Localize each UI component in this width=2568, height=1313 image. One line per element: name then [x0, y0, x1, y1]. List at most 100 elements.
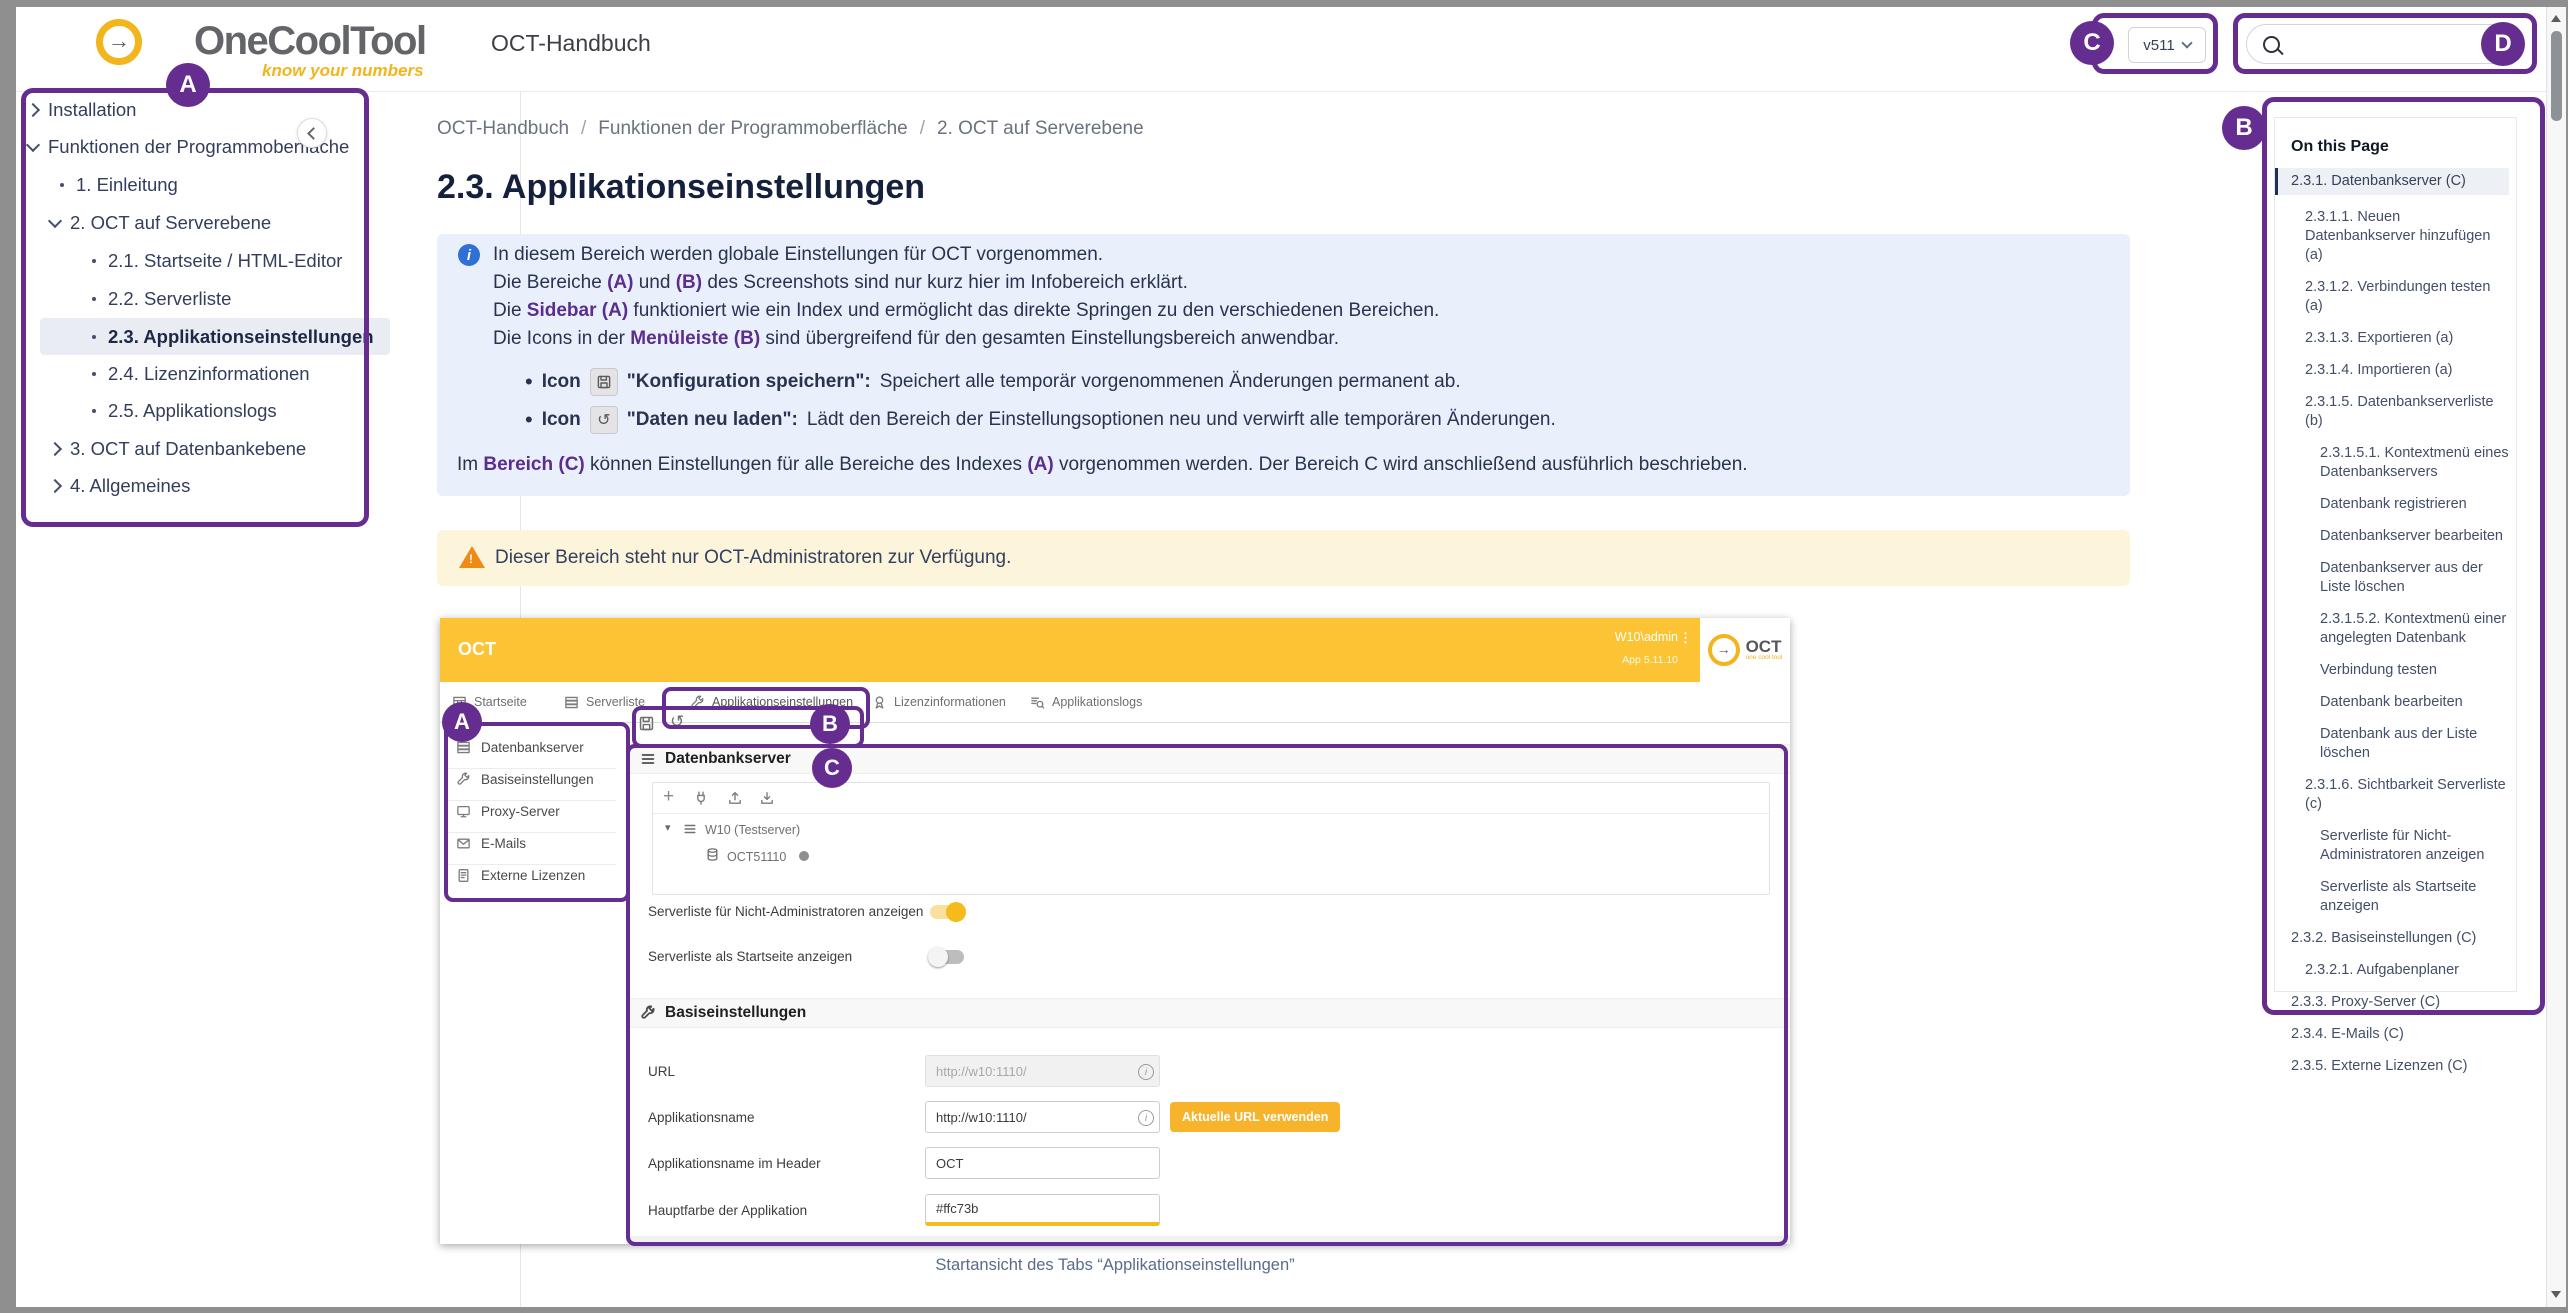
toggle1-label: Serverliste für Nicht-Administratoren an…: [648, 904, 923, 919]
sidebar-item-allgemeines[interactable]: 4. Allgemeines: [50, 471, 190, 501]
field-input-url: [925, 1055, 1160, 1087]
bullet-icon: [92, 259, 96, 263]
scrollbar-thumb[interactable]: [2551, 31, 2562, 121]
info-line-1: In diesem Bereich werden globale Einstel…: [493, 244, 1103, 266]
info-bullet-reload: • Icon ↺ "Daten neu laden": Lädt den Ber…: [525, 406, 1556, 434]
sidebar-item-label: 2.2. Serverliste: [108, 288, 231, 310]
screenshot-figure[interactable]: OCT W10\admin ⋮ App 5.11.10 → OCT one co…: [440, 618, 1790, 1244]
toc-item[interactable]: 2.3.1.2. Verbindungen testen (a): [2305, 278, 2509, 316]
app-tab-lizenzinformationen: Lizenzinformationen: [872, 682, 1006, 722]
bullet-icon: [92, 372, 96, 376]
field-input-applikationsname: [925, 1101, 1160, 1133]
sidebar-item-einleitung[interactable]: 1. Einleitung: [58, 170, 178, 200]
info-bullet-save: • Icon "Konfiguration speichern": Speich…: [525, 368, 1461, 396]
toc-item[interactable]: Datenbankserver aus der Liste löschen: [2320, 559, 2509, 597]
toc-item[interactable]: 2.3.4. E-Mails (C): [2291, 1025, 2509, 1044]
add-server-icon: +: [663, 786, 674, 808]
wrench-icon: [640, 1005, 656, 1021]
sidebar-item-label: 2.5. Applikationslogs: [108, 400, 277, 422]
sidebar-item-oct-serverebene[interactable]: 2. OCT auf Serverebene: [50, 208, 271, 238]
server-tree-panel: + ▾ W10 (Testserver) OCT51110: [652, 782, 1770, 895]
breadcrumb-item-2[interactable]: Funktionen der Programmoberfläche: [598, 118, 907, 140]
brand-arrow-icon: →: [108, 28, 130, 54]
bullet-icon: [92, 297, 96, 301]
bullet-icon: [92, 409, 96, 413]
test-connection-icon: [693, 790, 709, 811]
app-version: App 5.11.10: [1622, 654, 1678, 666]
version-select[interactable]: v511: [2128, 27, 2206, 63]
site-header: → OneCoolTool know your numbers OCT-Hand…: [16, 7, 2546, 92]
app-user: W10\admin: [1615, 630, 1678, 644]
toc-item[interactable]: 2.3.5. Externe Lizenzen (C): [2291, 1057, 2509, 1076]
list-icon: [640, 751, 656, 767]
app-sidebar-item-externe-lizenzen: Externe Lizenzen: [456, 868, 585, 883]
toc-item[interactable]: Serverliste als Startseite anzeigen: [2320, 878, 2509, 916]
chevron-down-icon: [26, 138, 40, 152]
toggle-serverliste-startseite: [930, 950, 964, 964]
toc-item[interactable]: 2.3.1.4. Importieren (a): [2305, 361, 2509, 380]
sidebar-item-serverliste[interactable]: 2.2. Serverliste: [90, 284, 231, 314]
info-line-final: Im Bereich (C) können Einstellungen für …: [457, 454, 1748, 476]
app-logo-sub: one cool tool: [1746, 655, 1783, 662]
app-sidebar-item-proxy-server: Proxy-Server: [456, 804, 560, 819]
page-scrollbar[interactable]: [2546, 7, 2566, 1307]
toc-item[interactable]: 2.3.1. Datenbankserver (C): [2275, 168, 2509, 195]
toc-item[interactable]: 2.3.2.1. Aufgabenplaner: [2305, 961, 2509, 980]
toc-item[interactable]: 2.3.1.3. Exportieren (a): [2305, 329, 2509, 348]
site-title: OCT-Handbuch: [491, 30, 651, 57]
info-box: i In diesem Bereich werden globale Einst…: [437, 234, 2130, 496]
toc-item[interactable]: Serverliste für Nicht-Administratoren an…: [2320, 827, 2509, 865]
app-tab-applikationslogs: Applikationslogs: [1030, 682, 1142, 722]
app-sidebar-item-basiseinstellungen: Basiseinstellungen: [456, 772, 594, 787]
info-circle-icon: i: [1138, 1064, 1154, 1080]
sidebar-item-installation[interactable]: Installation: [28, 95, 136, 125]
toc-item[interactable]: 2.3.1.1. Neuen Datenbankserver hinzufüge…: [2305, 208, 2509, 265]
annotation-badge-a-appsidebar: A: [442, 702, 482, 742]
breadcrumb-item-3[interactable]: 2. OCT auf Serverebene: [937, 118, 1144, 140]
toc-item[interactable]: 2.3.2. Basiseinstellungen (C): [2291, 929, 2509, 948]
toc-item[interactable]: 2.3.1.6. Sichtbarkeit Serverliste (c): [2305, 776, 2509, 814]
toc-panel: On this Page 2.3.1. Datenbankserver (C) …: [2274, 117, 2517, 992]
app-logo-icon: →: [1708, 634, 1740, 666]
sidebar-item-lizenzinformationen[interactable]: 2.4. Lizenzinformationen: [90, 359, 310, 389]
reload-icon: ↺: [590, 406, 618, 434]
nav-collapse-button[interactable]: [297, 118, 327, 148]
tree-caret-icon: ▾: [665, 821, 671, 834]
app-logo-text: OCT: [1746, 638, 1783, 655]
toc-item[interactable]: 2.3.1.5.2. Kontextmenü einer angelegten …: [2320, 610, 2509, 648]
toggle2-label: Serverliste als Startseite anzeigen: [648, 949, 852, 964]
sidebar-item-label: 2.4. Lizenzinformationen: [108, 363, 310, 385]
toc-item[interactable]: Datenbank bearbeiten: [2320, 693, 2509, 712]
sidebar-item-label: 2.3. Applikationseinstellungen: [108, 326, 374, 348]
kebab-menu-icon: ⋮: [1679, 630, 1692, 646]
sidebar-item-label: 2. OCT auf Serverebene: [70, 212, 271, 234]
info-line-2: Die Bereiche (A) und (B) des Screenshots…: [493, 272, 1188, 294]
toc-item[interactable]: Datenbank aus der Liste löschen: [2320, 725, 2509, 763]
annotation-badge-c: C: [2070, 21, 2114, 65]
toc-item[interactable]: 2.3.3. Proxy-Server (C): [2291, 993, 2509, 1012]
sidebar-item-applikationseinstellungen[interactable]: 2.3. Applikationseinstellungen: [40, 318, 390, 355]
toc-list: 2.3.1. Datenbankserver (C) 2.3.1.1. Neue…: [2291, 168, 2509, 1089]
field-label-url: URL: [648, 1064, 675, 1079]
brand-logo-icon: →: [96, 19, 142, 65]
cutoff-strip: [626, 1236, 1790, 1244]
toc-item[interactable]: 2.3.1.5.1. Kontextmenü eines Datenbankse…: [2320, 444, 2509, 482]
warning-icon: !: [459, 546, 485, 568]
toc-item[interactable]: 2.3.1.5. Datenbankserverliste (b): [2305, 393, 2509, 431]
tree-db-label: OCT51110: [727, 850, 786, 864]
sidebar-item-oct-datenbankebene[interactable]: 3. OCT auf Datenbankebene: [50, 434, 306, 464]
app-save-icon: [638, 715, 655, 737]
app-logo-panel: → OCT one cool tool: [1700, 618, 1790, 682]
breadcrumb-separator: /: [920, 118, 925, 140]
toc-item[interactable]: Datenbankserver bearbeiten: [2320, 527, 2509, 546]
app-reload-icon: ↺: [670, 712, 684, 732]
breadcrumb-item-1[interactable]: OCT-Handbuch: [437, 118, 569, 140]
sidebar-item-applikationslogs[interactable]: 2.5. Applikationslogs: [90, 396, 277, 426]
toc-item[interactable]: Datenbank registrieren: [2320, 495, 2509, 514]
scroll-down-icon[interactable]: [2551, 1291, 2561, 1298]
sidebar-item-startseite-html[interactable]: 2.1. Startseite / HTML-Editor: [90, 246, 342, 276]
search-icon: [2263, 36, 2280, 53]
toc-item[interactable]: Verbindung testen: [2320, 661, 2509, 680]
scroll-up-icon[interactable]: [2551, 15, 2561, 22]
field-label-header-name: Applikationsname im Header: [648, 1156, 821, 1171]
